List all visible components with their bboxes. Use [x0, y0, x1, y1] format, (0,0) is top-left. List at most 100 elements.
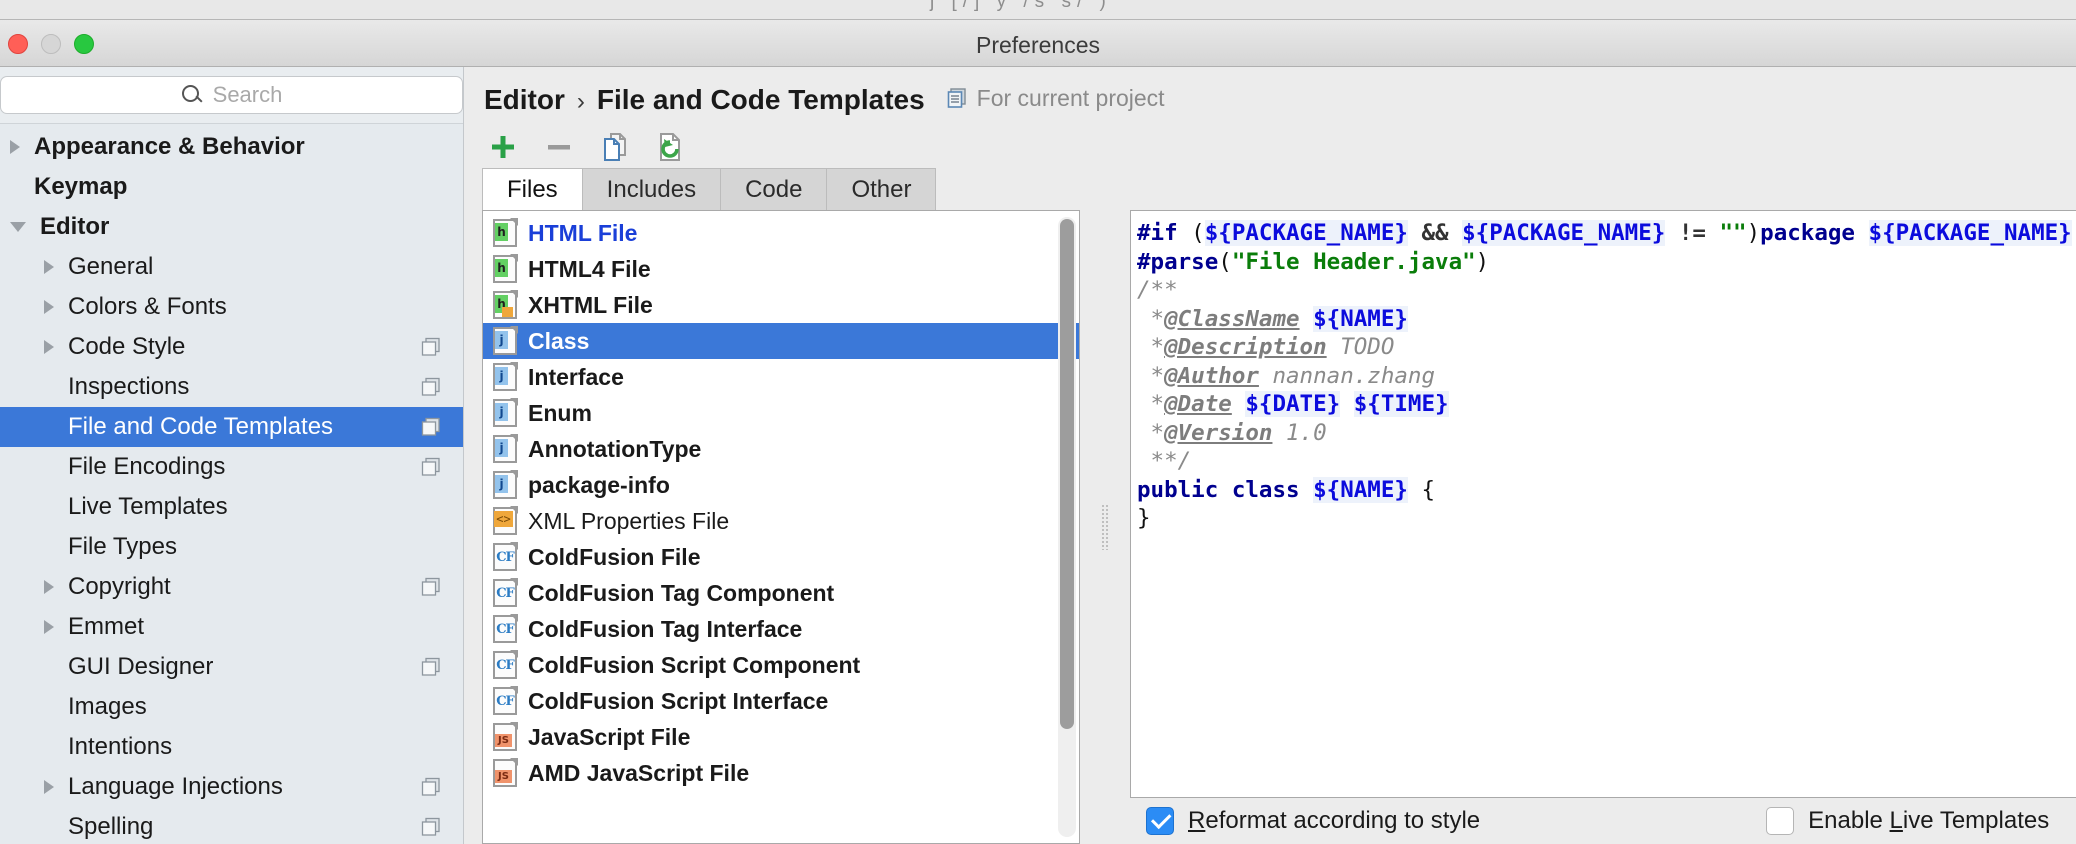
settings-scope-badge — [421, 417, 441, 437]
sidebar-item-label: GUI Designer — [68, 653, 213, 681]
code-line: *@Version 1.0 — [1137, 419, 2076, 448]
background-app-text: j [/] y /s s/ ) — [930, 0, 1112, 13]
sidebar-item-code-style[interactable]: Code Style — [0, 327, 463, 367]
copy-icon — [599, 131, 631, 163]
copy-settings-icon — [421, 657, 441, 677]
template-list-item[interactable]: jEnum — [483, 395, 1079, 431]
sidebar-item-label: Emmet — [68, 613, 144, 641]
scrollbar-thumb[interactable] — [1060, 219, 1074, 729]
sidebar-item-images[interactable]: Images — [0, 687, 463, 727]
template-list-item[interactable]: JSJavaScript File — [483, 719, 1079, 755]
js-letters: JS — [495, 770, 512, 783]
template-list-item[interactable]: CFColdFusion Tag Component — [483, 575, 1079, 611]
splitter-grip[interactable] — [1101, 504, 1109, 550]
breadcrumb-parent[interactable]: Editor — [484, 84, 565, 116]
tab-label: Includes — [607, 176, 696, 204]
reformat-checkbox[interactable] — [1146, 807, 1174, 835]
chevron-right-icon[interactable] — [44, 780, 54, 794]
template-list-item[interactable]: JSAMD JavaScript File — [483, 755, 1079, 791]
chevron-right-icon[interactable] — [44, 260, 54, 274]
add-template-button[interactable] — [482, 126, 524, 168]
sidebar-item-copyright[interactable]: Copyright — [0, 567, 463, 607]
templates-toolbar — [464, 116, 2076, 168]
settings-scope-badge — [421, 457, 441, 477]
template-source-code[interactable]: #if (${PACKAGE_NAME} && ${PACKAGE_NAME} … — [1131, 211, 2076, 533]
template-list-item[interactable]: CFColdFusion Script Component — [483, 647, 1079, 683]
sidebar-item-keymap[interactable]: Keymap — [0, 167, 463, 207]
template-list-item[interactable]: jpackage-info — [483, 467, 1079, 503]
tab-code[interactable]: Code — [720, 168, 827, 210]
template-list-item[interactable]: jInterface — [483, 359, 1079, 395]
search-input[interactable]: Search — [0, 76, 463, 114]
copy-template-button[interactable] — [594, 126, 636, 168]
template-editor-column: #if (${PACKAGE_NAME} && ${PACKAGE_NAME} … — [1130, 210, 2076, 844]
code-line: public class ${NAME} { — [1137, 476, 2076, 505]
template-list-item[interactable]: jAnnotationType — [483, 431, 1079, 467]
sidebar-item-file-and-code-templates[interactable]: File and Code Templates — [0, 407, 463, 447]
template-name: ColdFusion File — [528, 544, 701, 571]
template-name: ColdFusion Tag Interface — [528, 616, 802, 643]
remove-template-button[interactable] — [538, 126, 580, 168]
page-fold-shape — [510, 326, 518, 334]
panel-splitter[interactable] — [1098, 210, 1112, 844]
sidebar-item-language-injections[interactable]: Language Injections — [0, 767, 463, 807]
reformat-option[interactable]: Reformat according to style — [1146, 807, 1480, 835]
sidebar-item-spelling[interactable]: Spelling — [0, 807, 463, 844]
template-list-item[interactable]: CFColdFusion Script Interface — [483, 683, 1079, 719]
sidebar-item-file-encodings[interactable]: File Encodings — [0, 447, 463, 487]
template-name: Enum — [528, 400, 592, 427]
tab-includes[interactable]: Includes — [582, 168, 721, 210]
template-list-item[interactable]: hHTML File — [483, 215, 1079, 251]
code-line: /** — [1137, 276, 2076, 305]
page-fold-shape — [510, 470, 518, 478]
template-list-item[interactable]: <>XML Properties File — [483, 503, 1079, 539]
sidebar-item-label: Copyright — [68, 573, 171, 601]
template-name: HTML File — [528, 220, 637, 247]
template-list-item[interactable]: CFColdFusion Tag Interface — [483, 611, 1079, 647]
html-letter: h — [495, 259, 508, 277]
sidebar-item-inspections[interactable]: Inspections — [0, 367, 463, 407]
chevron-down-icon[interactable] — [10, 222, 26, 232]
template-name: package-info — [528, 472, 670, 499]
template-list-item[interactable]: jClass — [483, 323, 1079, 359]
template-editor[interactable]: #if (${PACKAGE_NAME} && ${PACKAGE_NAME} … — [1130, 210, 2076, 798]
breadcrumb-separator-icon: › — [577, 88, 585, 116]
settings-scope-badge — [421, 657, 441, 677]
code-line: *@Description TODO — [1137, 333, 2076, 362]
tab-other[interactable]: Other — [826, 168, 936, 210]
template-list-item[interactable]: CF ColdFusion File — [483, 539, 1079, 575]
sidebar-item-file-types[interactable]: File Types — [0, 527, 463, 567]
code-line: *@ClassName ${NAME} — [1137, 305, 2076, 334]
tab-label: Files — [507, 176, 558, 204]
sidebar-item-gui-designer[interactable]: GUI Designer — [0, 647, 463, 687]
sidebar-item-intentions[interactable]: Intentions — [0, 727, 463, 767]
sidebar-item-appearance-behavior[interactable]: Appearance & Behavior — [0, 127, 463, 167]
breadcrumb: Editor › File and Code Templates For cur… — [464, 67, 2076, 116]
coldfusion-file-icon: CF — [493, 543, 517, 571]
templates-list-scrollbar[interactable] — [1058, 217, 1076, 837]
chevron-right-icon[interactable] — [10, 140, 20, 154]
sidebar-item-emmet[interactable]: Emmet — [0, 607, 463, 647]
java-letter: j — [495, 439, 508, 457]
live-templates-option[interactable]: Enable Live Templates — [1766, 807, 2049, 835]
sidebar-item-editor[interactable]: Editor — [0, 207, 463, 247]
chevron-right-icon[interactable] — [44, 620, 54, 634]
java-letter: j — [495, 331, 508, 349]
page-fold-shape — [510, 254, 518, 262]
chevron-right-icon[interactable] — [44, 300, 54, 314]
template-list-item[interactable]: hXHTML File — [483, 287, 1079, 323]
chevron-right-icon[interactable] — [44, 580, 54, 594]
sidebar-item-general[interactable]: General — [0, 247, 463, 287]
template-list-item[interactable]: hHTML4 File — [483, 251, 1079, 287]
template-category-tabs: Files Includes CodeOther — [464, 168, 2076, 210]
project-scope-icon — [947, 88, 968, 109]
templates-list[interactable]: hHTML FilehHTML4 FilehXHTML FilejClassjI… — [482, 210, 1080, 844]
reset-to-default-button[interactable] — [650, 126, 692, 168]
sidebar-item-live-templates[interactable]: Live Templates — [0, 487, 463, 527]
live-templates-checkbox[interactable] — [1766, 807, 1794, 835]
chevron-right-icon[interactable] — [44, 340, 54, 354]
settings-scope-badge — [421, 817, 441, 837]
sidebar-item-colors-fonts[interactable]: Colors & Fonts — [0, 287, 463, 327]
code-line: } — [1137, 504, 2076, 533]
tab-files[interactable]: Files — [482, 168, 583, 210]
